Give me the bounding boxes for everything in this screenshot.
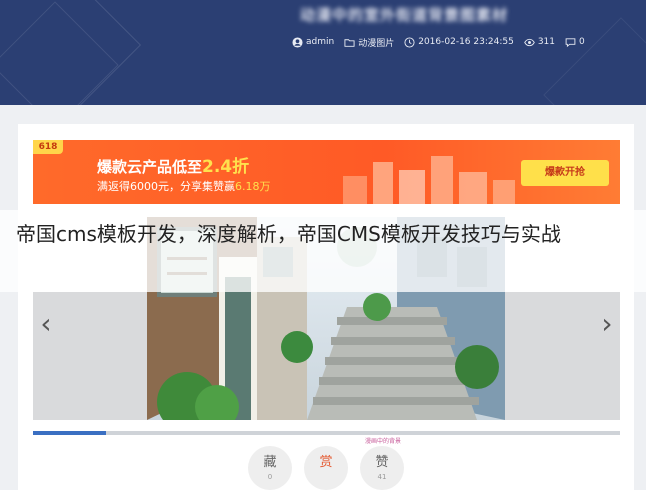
promo-headline-highlight: 2.4折 bbox=[202, 157, 250, 177]
meta-author[interactable]: admin bbox=[292, 36, 335, 48]
meta-datetime-label: 2016-02-16 23:24:55 bbox=[418, 37, 514, 47]
favorite-label: 藏 bbox=[263, 455, 277, 470]
comment-icon bbox=[565, 37, 576, 47]
promo-subline: 满返得6000元，分享集赞赢6.18万 bbox=[97, 178, 271, 194]
image-credit: 漫画中的背景 bbox=[364, 438, 401, 445]
promo-subline-text: 满返得6000元，分享集赞赢 bbox=[97, 180, 235, 193]
meta-comments[interactable]: 0 bbox=[565, 37, 585, 48]
post-meta: admin 动漫图片 2016-02-16 23:24:55 311 0 bbox=[292, 34, 585, 50]
slider-prev-button[interactable]: ‹ bbox=[36, 310, 56, 338]
like-count: 41 bbox=[377, 473, 387, 481]
like-label: 赞 bbox=[375, 455, 389, 470]
slider-next-button[interactable]: › bbox=[597, 310, 617, 338]
promo-headline-text: 爆款云产品低至 bbox=[97, 158, 203, 176]
promo-cta-button[interactable]: 爆款开抢 bbox=[521, 160, 609, 186]
promo-subline-highlight: 6.18万 bbox=[235, 180, 271, 193]
meta-datetime: 2016-02-16 23:24:55 bbox=[404, 36, 514, 48]
meta-views: 311 bbox=[524, 37, 555, 48]
caption-overlay: 帝国cms模板开发，深度解析，帝国CMS模板开发技巧与实战 bbox=[0, 210, 646, 292]
slider-progress-fill bbox=[33, 431, 106, 435]
favorite-count: 0 bbox=[267, 473, 273, 481]
like-button[interactable]: 赞 41 bbox=[360, 446, 404, 490]
reward-label: 赏 bbox=[319, 455, 333, 470]
eye-icon bbox=[524, 38, 535, 46]
user-icon bbox=[292, 36, 303, 48]
header-decoration bbox=[543, 17, 646, 105]
post-actions: 藏 0 赏 赞 41 bbox=[0, 446, 646, 490]
promo-illustration bbox=[343, 156, 515, 204]
clock-icon bbox=[404, 36, 415, 48]
favorite-button[interactable]: 藏 0 bbox=[248, 446, 292, 490]
promo-tag: 618 bbox=[33, 140, 63, 154]
meta-category-label: 动漫图片 bbox=[358, 38, 395, 49]
meta-comments-count: 0 bbox=[579, 37, 585, 47]
slider-progress bbox=[33, 431, 620, 435]
reward-button[interactable]: 赏 bbox=[304, 446, 348, 490]
promo-headline: 爆款云产品低至2.4折 bbox=[97, 152, 249, 177]
post-header: 动漫中的室外街道背景图素材 admin 动漫图片 2016-02-16 23:2… bbox=[0, 0, 646, 105]
post-title: 动漫中的室外街道背景图素材 bbox=[300, 6, 509, 24]
promo-banner[interactable]: 618 爆款云产品低至2.4折 满返得6000元，分享集赞赢6.18万 爆款开抢 bbox=[33, 140, 620, 204]
caption-text: 帝国cms模板开发，深度解析，帝国CMS模板开发技巧与实战 bbox=[16, 222, 561, 246]
folder-icon bbox=[344, 38, 355, 47]
meta-author-label: admin bbox=[306, 37, 335, 47]
meta-category[interactable]: 动漫图片 bbox=[344, 36, 394, 49]
meta-views-count: 311 bbox=[537, 37, 555, 47]
